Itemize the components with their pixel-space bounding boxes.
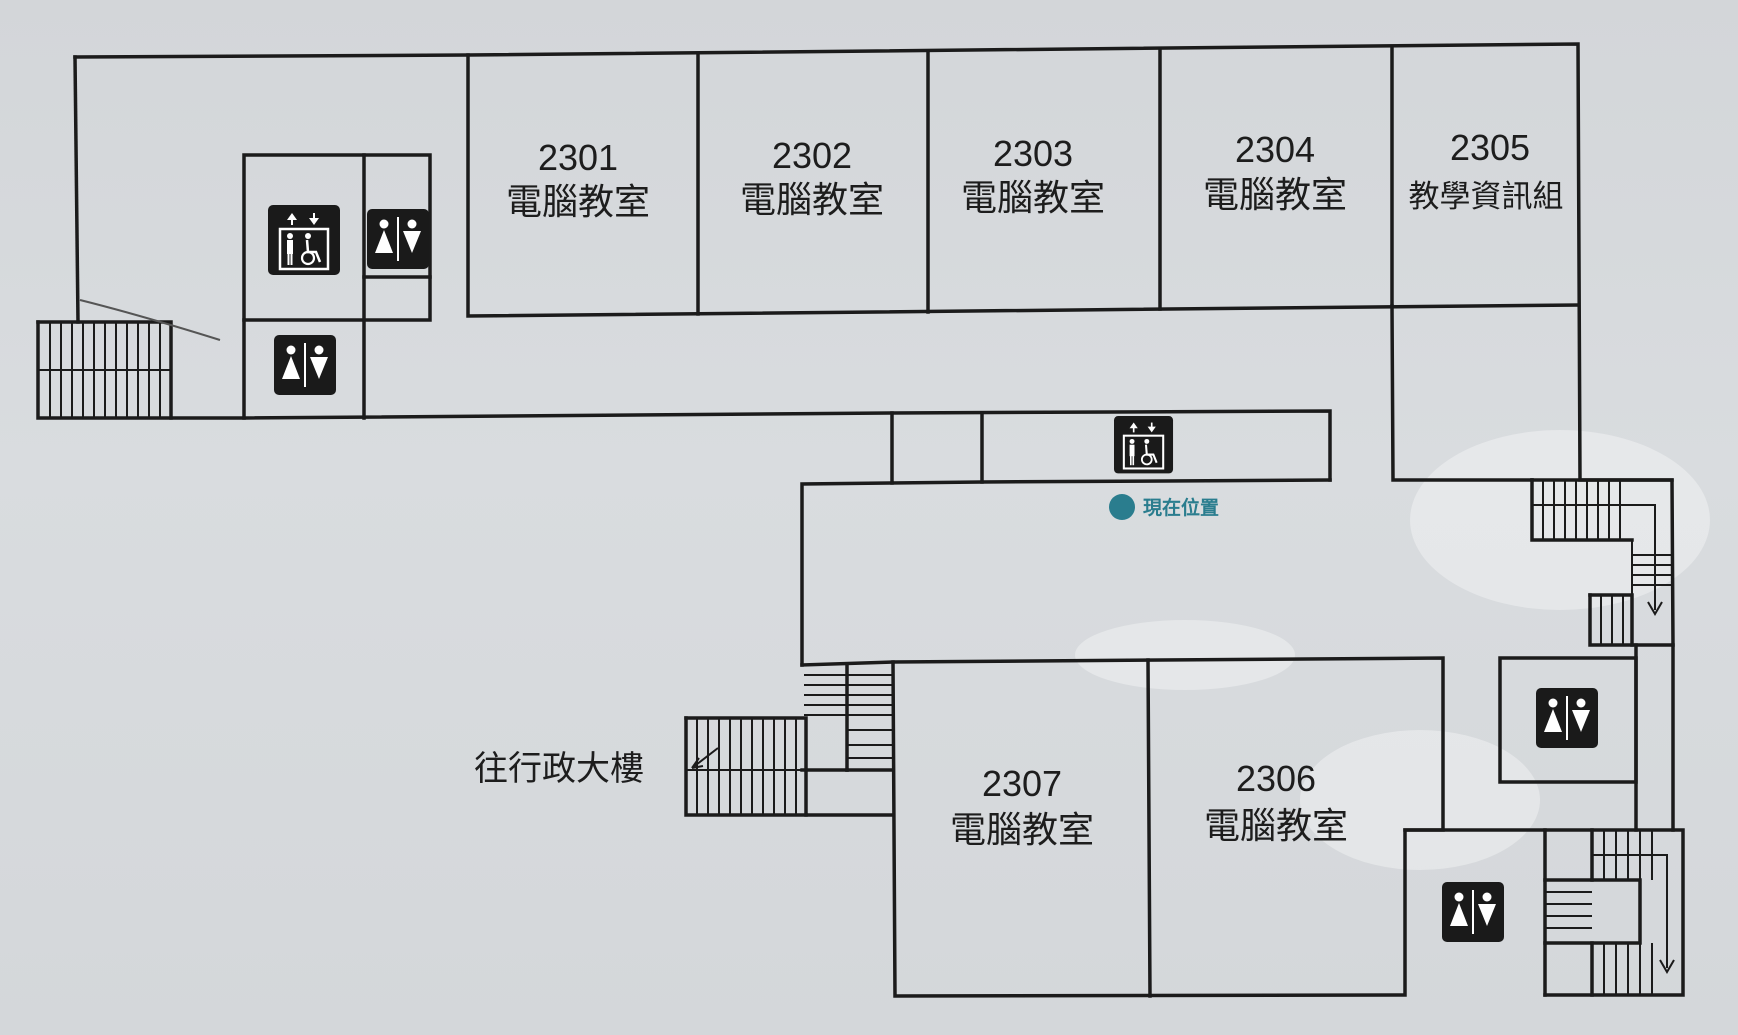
room-name: 電腦教室: [740, 180, 884, 221]
room-number: 2304: [1235, 129, 1315, 170]
room-name: 電腦教室: [950, 810, 1094, 851]
stairs-left: [38, 322, 171, 418]
room-2307[interactable]: 2307 電腦教室: [950, 763, 1094, 851]
room-number: 2307: [982, 763, 1062, 804]
stairs-entry: [686, 674, 893, 815]
restroom-icon: [273, 334, 337, 396]
room-number: 2302: [772, 135, 852, 176]
room-name: 電腦教室: [506, 182, 650, 223]
floor-plan-board: 2301 電腦教室 2302 電腦教室 2303 電腦教室 2304 電腦教室 …: [0, 0, 1738, 1035]
you-are-here-label: 現在位置: [1143, 496, 1219, 519]
restroom-icon: [1441, 881, 1505, 943]
room-number: 2305: [1450, 127, 1530, 168]
you-are-here-marker: 現在位置: [1109, 494, 1219, 520]
room-2302[interactable]: 2302 電腦教室: [740, 135, 884, 221]
elevator-icon: [1112, 414, 1175, 475]
room-name: 電腦教室: [1203, 175, 1347, 216]
room-2303[interactable]: 2303 電腦教室: [961, 133, 1105, 219]
restroom-icon: [1535, 687, 1599, 749]
stairs-right-lower: [1545, 830, 1675, 995]
room-number: 2306: [1236, 758, 1316, 799]
room-number: 2301: [538, 137, 618, 178]
room-2305[interactable]: 2305 教學資訊組: [1409, 127, 1564, 215]
location-dot-icon: [1109, 494, 1135, 520]
direction-label: 往行政大樓: [474, 749, 644, 789]
room-2301[interactable]: 2301 電腦教室: [506, 137, 650, 223]
room-number: 2303: [993, 133, 1073, 174]
room-name: 教學資訊組: [1409, 179, 1564, 215]
elevator-icon: [266, 203, 342, 277]
room-name: 電腦教室: [961, 178, 1105, 219]
room-name: 電腦教室: [1204, 806, 1348, 847]
room-2304[interactable]: 2304 電腦教室: [1203, 129, 1347, 216]
floor-plan: 2301 電腦教室 2302 電腦教室 2303 電腦教室 2304 電腦教室 …: [36, 42, 1710, 998]
restroom-icon: [366, 208, 430, 270]
